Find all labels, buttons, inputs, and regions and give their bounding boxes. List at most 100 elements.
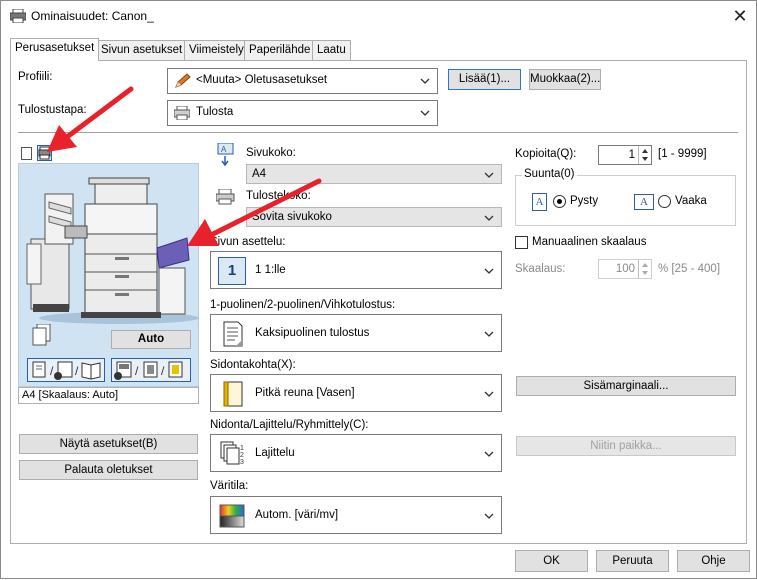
chevron-down-icon <box>484 513 494 519</box>
color-mode-select[interactable]: Autom. [väri/mv] <box>210 496 502 534</box>
tab-paper-source[interactable]: Paperilähde <box>244 40 316 60</box>
portrait-label: Pysty <box>570 195 599 207</box>
chevron-down-icon <box>484 451 494 457</box>
pencil-icon <box>175 73 191 88</box>
help-button[interactable]: Ohje <box>677 550 750 572</box>
duplex-view-toggle[interactable]: / / <box>27 358 105 382</box>
page-size-select[interactable]: A4 <box>246 164 502 184</box>
svg-text:A: A <box>221 145 227 154</box>
printer-icon <box>10 9 26 23</box>
output-method-select[interactable]: Tulosta <box>167 100 438 126</box>
document-stack-icon <box>32 324 51 346</box>
copies-label: Kopioita(Q): <box>515 148 577 160</box>
svg-text:1: 1 <box>240 445 244 452</box>
chevron-down-icon <box>420 78 430 84</box>
color-mode-label: Väritila: <box>210 480 249 492</box>
profile-select[interactable]: <Muuta> Oletusasetukset <box>167 68 438 94</box>
cancel-button[interactable]: Peruuta <box>596 550 669 572</box>
chevron-down-icon <box>484 215 494 221</box>
svg-text:2: 2 <box>240 452 244 459</box>
output-size-icon <box>216 189 235 205</box>
duplex-document-icon <box>223 321 243 347</box>
preview-status: A4 [Skaalaus: Auto] <box>18 387 199 404</box>
output-size-select[interactable]: Sovita sivukoko <box>246 207 502 227</box>
gutter-button[interactable]: Sisämarginaali... <box>516 376 736 396</box>
finishing-label: Nidonta/Lajittelu/Ryhmittely(C): <box>210 419 369 431</box>
portrait-radio[interactable] <box>553 195 566 208</box>
printer-properties-dialog: Ominaisuudet: Canon_ ✕ Perusasetukset Si… <box>0 0 757 579</box>
svg-text:/: / <box>135 364 139 378</box>
chevron-down-icon <box>484 391 494 397</box>
finishing-select[interactable]: 1 2 3 Lajittelu <box>210 434 502 472</box>
profile-value: <Muuta> Oletusasetukset <box>196 74 328 86</box>
binding-label: Sidontakohta(X): <box>210 359 296 371</box>
page-layout-label: Sivun asettelu: <box>210 236 286 248</box>
page-size-label: Sivukoko: <box>246 147 296 159</box>
show-settings-button[interactable]: Näytä asetukset(B) <box>19 434 198 454</box>
page-layout-value: 1 1:lle <box>255 264 286 276</box>
chevron-down-icon <box>484 268 494 274</box>
color-mode-value: Autom. [väri/mv] <box>255 509 339 521</box>
one-page-icon: 1 <box>218 257 246 285</box>
duplex-value: Kaksipuolinen tulostus <box>255 327 370 339</box>
landscape-label: Vaaka <box>675 195 707 207</box>
landscape-icon: A <box>634 194 654 210</box>
landscape-radio[interactable] <box>658 195 671 208</box>
copies-range: [1 - 9999] <box>658 148 707 160</box>
printer-illustration-icon <box>26 177 199 324</box>
duplex-label: 1-puolinen/2-puolinen/Vihkotulostus: <box>210 299 396 311</box>
manual-scaling-checkbox[interactable] <box>515 236 528 249</box>
page-layout-select[interactable]: 1 1 1:lle <box>210 251 502 289</box>
finishing-value: Lajittelu <box>255 447 295 459</box>
chevron-down-icon <box>484 331 494 337</box>
add-profile-button[interactable]: Lisää(1)... <box>448 69 521 90</box>
section-divider <box>18 132 738 133</box>
binding-edge-icon <box>223 381 243 407</box>
binding-value: Pitkä reuna [Vasen] <box>255 387 355 399</box>
svg-text:/: / <box>50 364 54 378</box>
restore-defaults-button[interactable]: Palauta oletukset <box>19 460 198 480</box>
manual-scaling-label: Manuaalinen skaalaus <box>532 236 647 248</box>
page-view-icon[interactable] <box>21 147 32 160</box>
scaling-range: % [25 - 400] <box>658 263 721 275</box>
window-title: Ominaisuudet: Canon_ <box>31 9 154 23</box>
output-size-value: Sovita sivukoko <box>252 211 332 223</box>
title-bar: Ominaisuudet: Canon_ ✕ <box>1 1 756 31</box>
collate-icon: 1 2 3 <box>220 441 244 466</box>
color-gradient-icon <box>219 504 245 528</box>
orientation-label: Suunta(0) <box>522 168 577 180</box>
edit-profile-button[interactable]: Muokkaa(2)... <box>529 69 601 90</box>
duplex-select[interactable]: Kaksipuolinen tulostus <box>210 314 502 352</box>
chevron-down-icon <box>484 172 494 178</box>
portrait-icon: A <box>532 193 547 211</box>
output-size-label: Tulostekoko: <box>246 190 311 202</box>
svg-text:/: / <box>161 364 165 378</box>
scaling-value: 100 <box>615 263 635 275</box>
chevron-down-icon <box>420 110 430 116</box>
copies-value: 1 <box>628 149 635 161</box>
scaling-spinner[interactable]: 100 <box>598 259 652 279</box>
printer-icon <box>174 106 190 120</box>
scaling-label: Skaalaus: <box>515 263 566 275</box>
color-view-toggle[interactable]: / / <box>111 358 191 382</box>
profile-label: Profiili: <box>18 71 53 83</box>
copies-spinner[interactable]: 1 <box>598 145 652 165</box>
auto-button[interactable]: Auto <box>111 330 191 349</box>
output-method-value: Tulosta <box>196 106 234 118</box>
tab-page-setup[interactable]: Sivun asetukset <box>96 40 188 60</box>
svg-text:3: 3 <box>240 459 244 466</box>
page-size-value: A4 <box>252 168 267 180</box>
page-size-icon: A <box>217 143 234 167</box>
printer-preview: Auto / / / / <box>18 163 199 387</box>
binding-select[interactable]: Pitkä reuna [Vasen] <box>210 374 502 412</box>
printer-view-icon[interactable] <box>37 145 52 161</box>
close-button[interactable]: ✕ <box>723 3 757 29</box>
scaling-spin-arrows[interactable] <box>638 260 651 278</box>
output-method-label: Tulostustapa: <box>18 104 87 116</box>
ok-button[interactable]: OK <box>515 550 588 572</box>
copies-spin-arrows[interactable] <box>638 146 651 164</box>
tab-finishing[interactable]: Viimeistely <box>184 40 249 60</box>
staple-position-button[interactable]: Niitin paikka... <box>516 436 736 456</box>
tab-basic-settings[interactable]: Perusasetukset <box>10 38 100 61</box>
tab-quality[interactable]: Laatu <box>312 40 351 60</box>
